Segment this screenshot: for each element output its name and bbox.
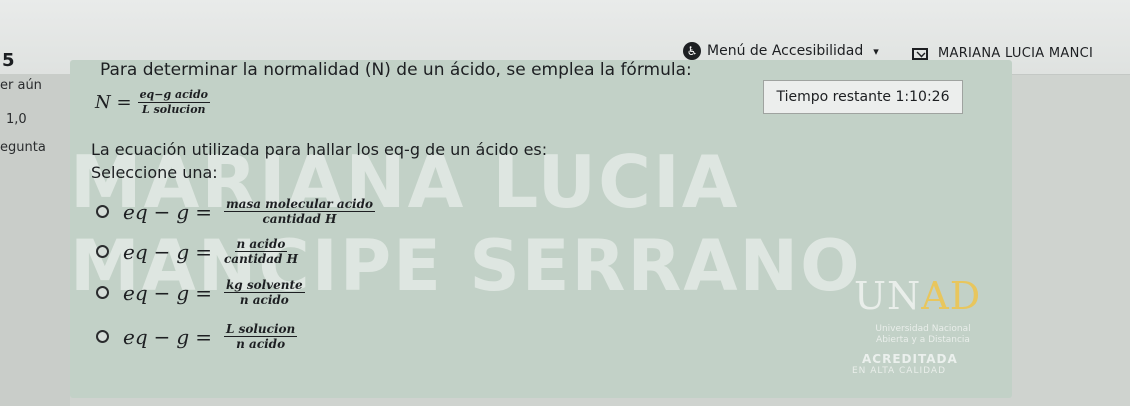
equals-sign: = bbox=[195, 199, 212, 224]
section-number: 5 bbox=[2, 50, 15, 71]
option-denominator: n acido bbox=[236, 337, 286, 351]
question-score: 1,0 bbox=[6, 112, 27, 127]
minus-sign: − bbox=[153, 324, 171, 349]
option-equation: eq − g = L solucion n acido bbox=[123, 322, 298, 351]
option-numerator: L solucion bbox=[223, 322, 298, 337]
user-menu[interactable]: MARIANA LUCIA MANCI bbox=[912, 46, 1093, 61]
option-lhs: eq bbox=[123, 239, 148, 264]
select-one-label: Seleccione una: bbox=[91, 163, 218, 182]
option-denominator: cantidad H bbox=[262, 212, 337, 226]
answer-radio[interactable] bbox=[96, 205, 109, 218]
logo-subtitle: Universidad Nacional Abierta y a Distanc… bbox=[848, 324, 998, 346]
unad-logo: UNAD Universidad Nacional Abierta y a Di… bbox=[848, 262, 998, 380]
logo-subtitle-line-2: Abierta y a Distancia bbox=[876, 335, 970, 345]
option-g: g bbox=[176, 199, 190, 224]
time-remaining: Tiempo restante 1:10:26 bbox=[763, 80, 963, 114]
equals-sign: = bbox=[195, 324, 212, 349]
option-equation: eq − g = kg solvente n acido bbox=[123, 278, 305, 307]
accessibility-menu-label: Menú de Accesibilidad bbox=[707, 43, 864, 59]
option-lhs: eq bbox=[123, 199, 148, 224]
option-equation: eq − g = n acido cantidad H bbox=[123, 237, 298, 266]
option-equation: eq − g = masa molecular acido cantidad H bbox=[123, 197, 375, 226]
option-lhs: eq bbox=[123, 280, 148, 305]
timer-label: Tiempo restante bbox=[776, 89, 892, 105]
answer-option-3[interactable]: eq − g = kg solvente n acido bbox=[96, 278, 305, 307]
option-numerator: masa molecular acido bbox=[223, 197, 375, 212]
option-g: g bbox=[176, 324, 190, 349]
option-lhs: eq bbox=[123, 324, 148, 349]
option-denominator: cantidad H bbox=[223, 252, 298, 266]
question-prompt: La ecuación utilizada para hallar los eq… bbox=[91, 140, 548, 159]
answer-option-2[interactable]: eq − g = n acido cantidad H bbox=[96, 237, 298, 266]
answer-radio[interactable] bbox=[96, 245, 109, 258]
timer-value: 1:10:26 bbox=[895, 89, 950, 105]
formula-lhs: N = bbox=[95, 92, 132, 113]
user-name: MARIANA LUCIA MANCI bbox=[938, 46, 1094, 61]
minus-sign: − bbox=[153, 280, 171, 305]
accessibility-menu[interactable]: ♿ Menú de Accesibilidad ▾ bbox=[683, 42, 879, 60]
answer-option-1[interactable]: eq − g = masa molecular acido cantidad H bbox=[96, 197, 375, 226]
option-g: g bbox=[176, 280, 190, 305]
accessibility-icon: ♿ bbox=[683, 42, 701, 60]
formula-numerator: eq−g acido bbox=[137, 88, 211, 103]
chevron-down-icon: ▾ bbox=[873, 44, 879, 58]
answer-radio[interactable] bbox=[96, 330, 109, 343]
question-info-sidebar: er aún 1,0 egunta bbox=[0, 74, 70, 406]
minus-sign: − bbox=[153, 239, 171, 264]
normality-formula: N = eq−g acido L solucion bbox=[95, 88, 211, 117]
option-numerator: n acido bbox=[234, 237, 288, 252]
formula-fraction: eq−g acido L solucion bbox=[137, 88, 211, 117]
option-fraction: n acido cantidad H bbox=[224, 237, 298, 266]
formula-denominator: L solucion bbox=[142, 103, 206, 116]
option-fraction: masa molecular acido cantidad H bbox=[223, 197, 375, 226]
logo-quality: EN ALTA CALIDAD bbox=[852, 366, 946, 376]
option-denominator: n acido bbox=[239, 293, 289, 307]
mail-icon[interactable] bbox=[912, 47, 928, 60]
option-g: g bbox=[176, 239, 190, 264]
logo-brand-accent: AD bbox=[921, 274, 982, 318]
answer-option-4[interactable]: eq − g = L solucion n acido bbox=[96, 322, 298, 351]
question-label: egunta bbox=[0, 140, 46, 155]
logo-accreditation: ACREDITADA bbox=[862, 352, 958, 366]
option-numerator: kg solvente bbox=[223, 278, 305, 293]
logo-brand-main: UN bbox=[854, 274, 922, 318]
equals-sign: = bbox=[195, 239, 212, 264]
minus-sign: − bbox=[153, 199, 171, 224]
question-intro: Para determinar la normalidad (N) de un … bbox=[100, 60, 692, 80]
option-fraction: kg solvente n acido bbox=[223, 278, 305, 307]
logo-subtitle-line-1: Universidad Nacional bbox=[875, 324, 971, 334]
answer-status: er aún bbox=[0, 78, 42, 93]
equals-sign: = bbox=[195, 280, 212, 305]
logo-brand: UNAD bbox=[854, 274, 981, 318]
answer-radio[interactable] bbox=[96, 286, 109, 299]
option-fraction: L solucion n acido bbox=[223, 322, 298, 351]
